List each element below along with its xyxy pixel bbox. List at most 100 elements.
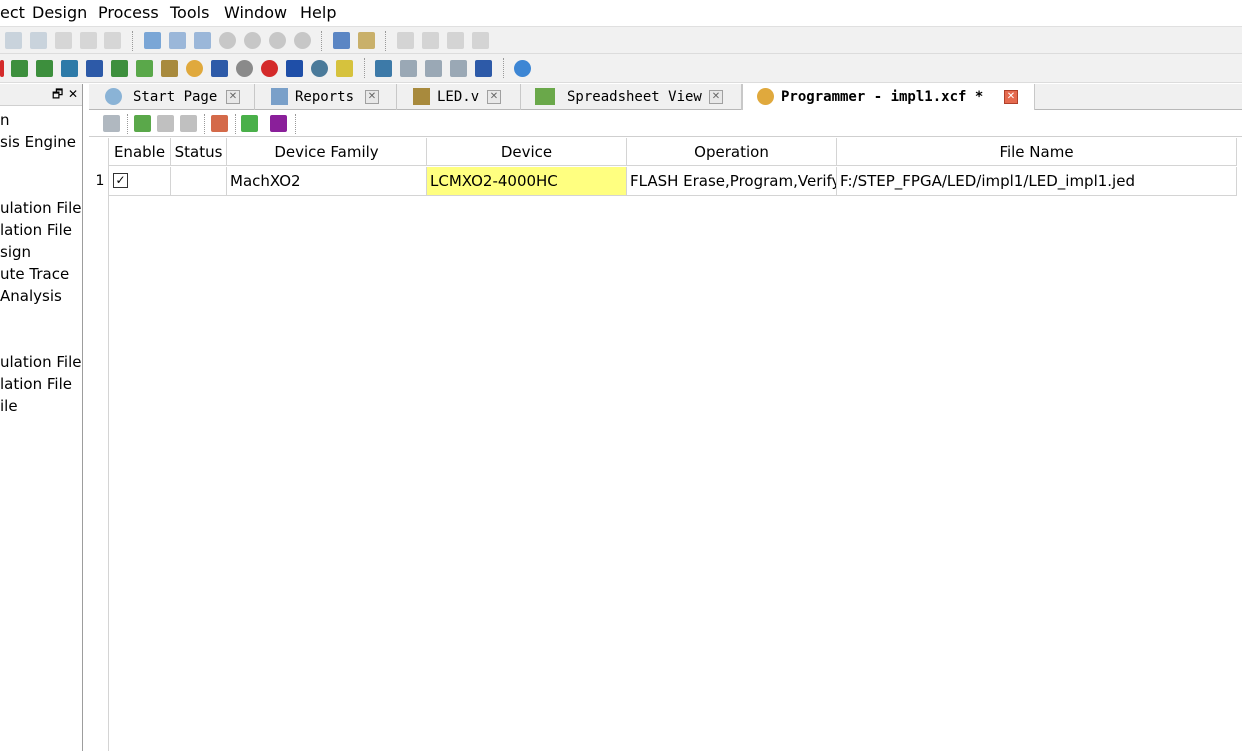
process-item[interactable]: ile	[0, 396, 18, 416]
zoom-out-icon[interactable]	[244, 32, 261, 49]
menu-project[interactable]: ect	[0, 3, 25, 23]
process-item[interactable]: lation File	[0, 220, 72, 240]
table-icon[interactable]	[194, 32, 211, 49]
red-marker-icon[interactable]	[0, 60, 4, 77]
column-header-file-name[interactable]: File Name	[837, 138, 1237, 166]
tab-close-icon[interactable]: ✕	[226, 90, 240, 104]
zoom-area-icon[interactable]	[294, 32, 311, 49]
tab-led-v[interactable]: LED.v ✕	[397, 84, 521, 110]
floorplan-icon[interactable]	[86, 60, 103, 77]
menu-window[interactable]: Window	[224, 3, 287, 23]
tab-close-icon[interactable]: ✕	[1004, 90, 1018, 104]
rerun-icon[interactable]	[447, 32, 464, 49]
chip-icon[interactable]	[161, 60, 178, 77]
pin-icon[interactable]	[11, 60, 28, 77]
netlist-icon[interactable]	[61, 60, 78, 77]
tab-close-icon[interactable]: ✕	[365, 90, 379, 104]
status-cell[interactable]	[171, 167, 227, 196]
zoom-in-icon[interactable]	[219, 32, 236, 49]
cut-icon[interactable]	[55, 32, 72, 49]
run-all-icon[interactable]	[422, 32, 439, 49]
process-item[interactable]: ulation File	[0, 198, 81, 218]
column-header-operation[interactable]: Operation	[627, 138, 837, 166]
enable-checkbox[interactable]: ✓	[113, 173, 128, 188]
device-cell[interactable]: LCMXO2-4000HC	[427, 167, 627, 196]
process-item[interactable]: sis Engine	[0, 132, 76, 152]
enable-cell[interactable]: ✓	[109, 167, 171, 196]
zoom-fit-icon[interactable]	[269, 32, 286, 49]
find-icon[interactable]	[144, 32, 161, 49]
layout-1-icon[interactable]	[375, 60, 392, 77]
constraint-icon[interactable]	[36, 60, 53, 77]
process-item[interactable]: lation File	[0, 374, 72, 394]
process-item[interactable]: n	[0, 110, 10, 130]
tab-label: Start Page	[133, 89, 218, 105]
stop-icon[interactable]	[472, 32, 489, 49]
layout-4-icon[interactable]	[450, 60, 467, 77]
copy-icon[interactable]	[80, 32, 97, 49]
process-item[interactable]: sign	[0, 242, 31, 262]
column-header-device-family[interactable]: Device Family	[227, 138, 427, 166]
menu-help[interactable]: Help	[300, 3, 336, 23]
network-icon[interactable]	[311, 60, 328, 77]
paste-icon[interactable]	[104, 32, 121, 49]
tab-close-icon[interactable]: ✕	[487, 90, 501, 104]
operation-cell[interactable]: FLASH Erase,Program,Verify	[627, 167, 837, 196]
menu-design-label: Design	[32, 3, 88, 22]
timing-icon[interactable]	[111, 60, 128, 77]
detect-cable-icon[interactable]	[211, 115, 228, 132]
tab-close-icon[interactable]: ✕	[709, 90, 723, 104]
summary-icon[interactable]	[358, 32, 375, 49]
device-properties-icon[interactable]	[180, 115, 197, 132]
program-icon[interactable]	[241, 115, 258, 132]
programmer-toolbar	[89, 111, 1242, 137]
toolbar-separator	[321, 31, 322, 51]
column-header-status[interactable]: Status	[171, 138, 227, 166]
menu-design[interactable]: Design	[32, 3, 87, 23]
toolbar-separator	[503, 58, 504, 78]
device-family-cell[interactable]: MachXO2	[227, 167, 427, 196]
menu-tools[interactable]: Tools	[170, 3, 209, 23]
menu-tools-label: Tools	[170, 3, 210, 22]
toolbar-separator	[235, 114, 236, 134]
search-tool-icon[interactable]	[236, 60, 253, 77]
close-icon[interactable]: ✕	[68, 86, 78, 102]
run-icon[interactable]	[397, 32, 414, 49]
font-icon[interactable]	[286, 60, 303, 77]
web-icon[interactable]	[514, 60, 531, 77]
process-item[interactable]: Analysis	[0, 286, 62, 306]
file-name-cell[interactable]: F:/STEP_FPGA/LED/impl1/LED_impl1.jed	[837, 167, 1237, 196]
tab-label: Spreadsheet View	[567, 89, 702, 105]
wand-icon[interactable]	[336, 60, 353, 77]
tab-reports[interactable]: Reports ✕	[255, 84, 397, 110]
tab-spreadsheet-view[interactable]: Spreadsheet View ✕	[521, 84, 742, 110]
add-device-icon[interactable]	[134, 115, 151, 132]
menu-process-label: Process	[98, 3, 159, 22]
open-icon[interactable]	[5, 32, 22, 49]
checklist-icon[interactable]	[333, 32, 350, 49]
reveal-icon[interactable]	[211, 60, 228, 77]
tab-start-page[interactable]: Start Page ✕	[93, 84, 255, 110]
power-icon[interactable]	[136, 60, 153, 77]
log-icon[interactable]	[270, 115, 287, 132]
menu-bar: ect Design Process Tools Window Help	[0, 0, 1242, 26]
process-item[interactable]: ulation File	[0, 352, 81, 372]
scan-chain-icon[interactable]	[103, 115, 120, 132]
layout-3-icon[interactable]	[425, 60, 442, 77]
reload-icon[interactable]	[30, 32, 47, 49]
tab-programmer[interactable]: Programmer - impl1.xcf * ✕	[742, 84, 1035, 110]
row-header-column	[91, 138, 109, 751]
layout-2-icon[interactable]	[400, 60, 417, 77]
menu-process[interactable]: Process	[98, 3, 159, 23]
column-header-enable[interactable]: Enable	[109, 138, 171, 166]
start-page-icon	[105, 88, 122, 105]
sync-icon[interactable]	[261, 60, 278, 77]
restore-icon[interactable]: 🗗	[52, 86, 63, 102]
remove-device-icon[interactable]	[157, 115, 174, 132]
column-header-device[interactable]: Device	[427, 138, 627, 166]
report-icon[interactable]	[169, 32, 186, 49]
layout-5-icon[interactable]	[475, 60, 492, 77]
process-item[interactable]: ute Trace	[0, 264, 69, 284]
toolbar-separator	[295, 114, 296, 134]
programmer-tool-icon[interactable]	[186, 60, 203, 77]
